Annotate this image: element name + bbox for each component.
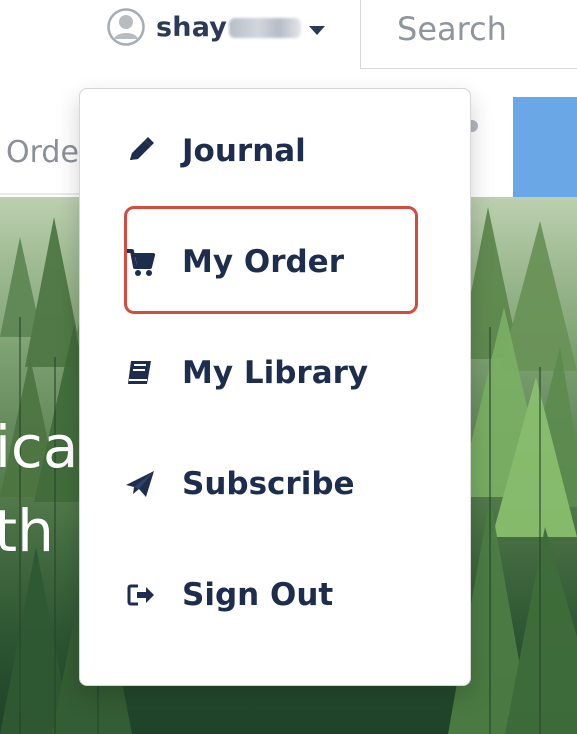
sign-out-icon xyxy=(122,577,158,613)
nav-accent-button[interactable] xyxy=(513,97,577,197)
chevron-down-icon xyxy=(309,25,326,35)
search-input[interactable] xyxy=(395,6,577,52)
menu-item-my-library-label: My Library xyxy=(182,355,369,391)
cart-icon xyxy=(122,244,158,280)
hero-title-line-1: pica xyxy=(0,413,79,481)
page: shay Orde xyxy=(0,0,577,734)
menu-item-my-order[interactable]: My Order xyxy=(122,232,418,292)
username: shay xyxy=(156,11,302,43)
menu-item-my-library[interactable]: My Library xyxy=(122,343,418,403)
menu-item-sign-out[interactable]: Sign Out xyxy=(122,565,418,625)
hero-title-line-2: vth xyxy=(0,497,54,565)
menu-item-journal-label: Journal xyxy=(182,133,306,169)
nav-link-order[interactable]: Orde xyxy=(6,135,79,170)
nav-divider xyxy=(0,193,85,195)
book-icon xyxy=(122,355,158,391)
top-bar: shay xyxy=(0,0,577,72)
search-box[interactable] xyxy=(360,0,577,69)
username-redaction xyxy=(229,17,302,38)
username-text: shay xyxy=(156,11,228,43)
user-menu-toggle[interactable]: shay xyxy=(106,5,326,49)
menu-item-sign-out-label: Sign Out xyxy=(182,577,334,613)
user-dropdown-menu: Journal My Order My Library Subscribe Si… xyxy=(79,88,471,686)
menu-item-my-order-label: My Order xyxy=(182,244,344,280)
avatar xyxy=(106,7,146,47)
paper-plane-icon xyxy=(122,466,158,502)
menu-item-journal[interactable]: Journal xyxy=(122,121,418,181)
pencil-icon xyxy=(122,133,158,169)
menu-item-subscribe-label: Subscribe xyxy=(182,466,355,502)
hero-title: pica vth xyxy=(0,405,78,573)
user-avatar-icon xyxy=(107,8,145,46)
menu-item-subscribe[interactable]: Subscribe xyxy=(122,454,418,514)
